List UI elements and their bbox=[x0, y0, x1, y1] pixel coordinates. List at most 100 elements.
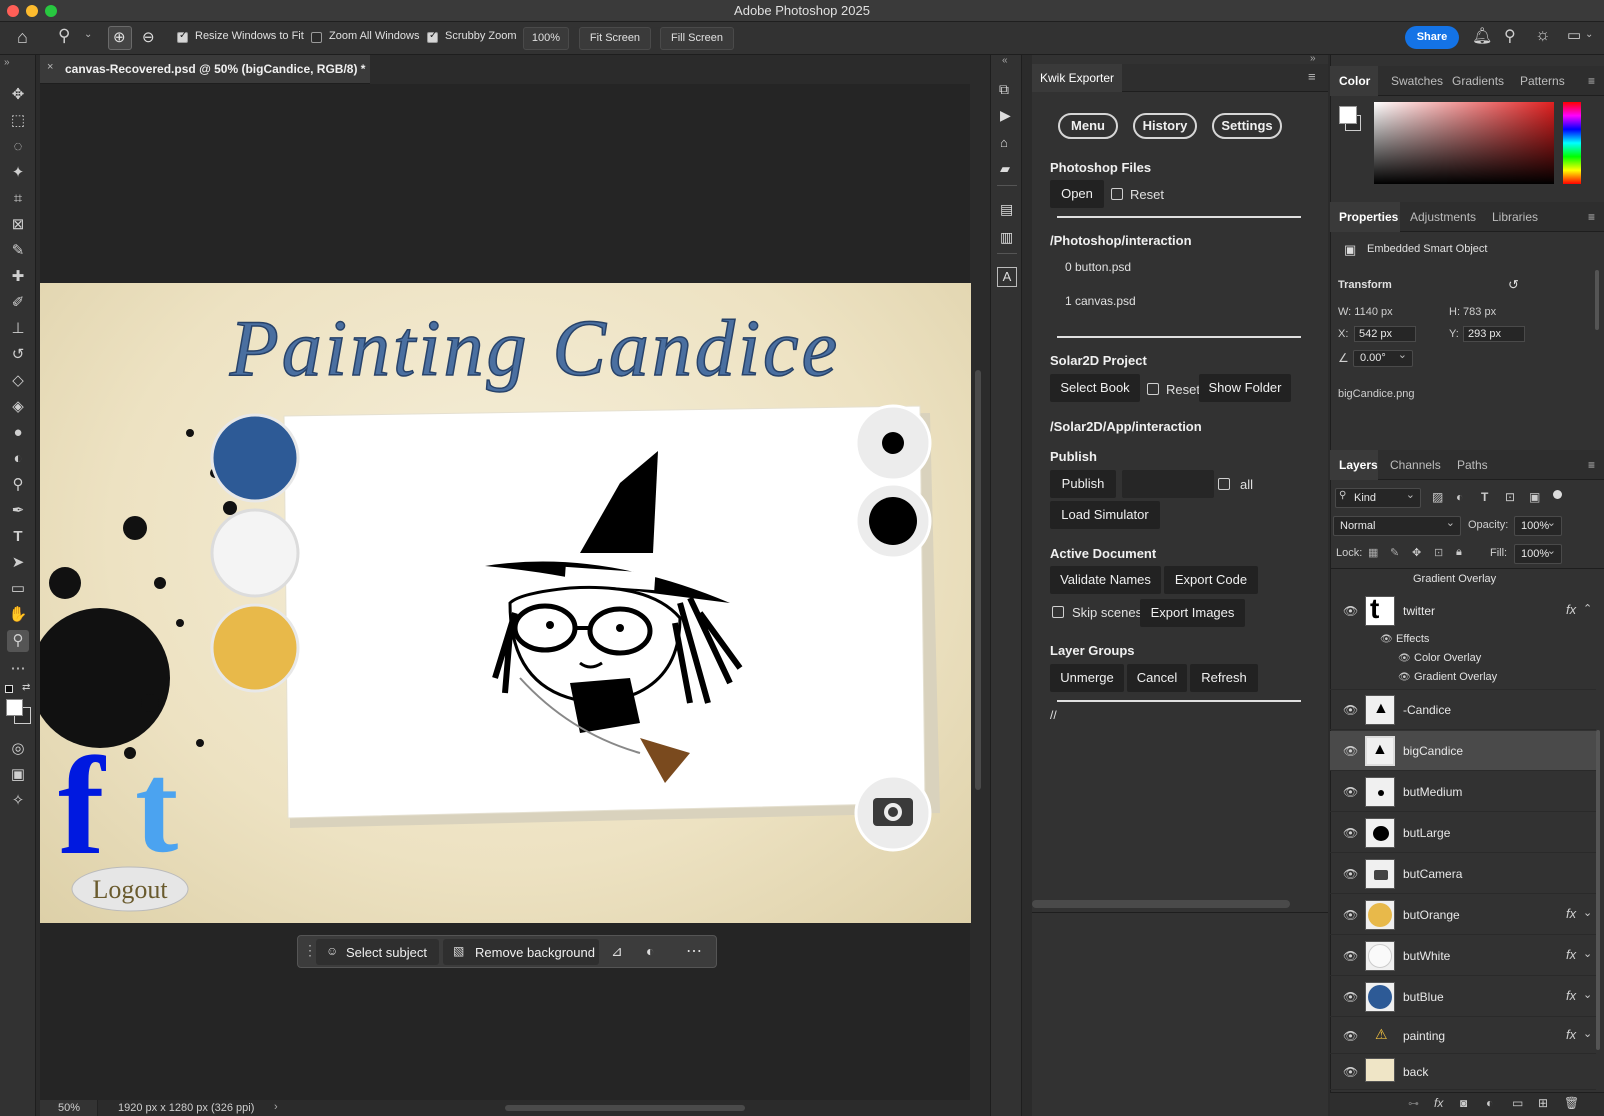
layer-name[interactable]: butLarge bbox=[1403, 826, 1450, 840]
magic-wand-tool-icon[interactable]: ✦ bbox=[7, 162, 29, 184]
layer-name[interactable]: butCamera bbox=[1403, 867, 1462, 881]
move-tool-icon[interactable]: ✥ bbox=[7, 84, 29, 106]
layer-row[interactable]: 👁︎ back bbox=[1330, 1054, 1596, 1090]
white-color-button[interactable] bbox=[210, 508, 300, 598]
fit-screen-button[interactable]: Fit Screen bbox=[579, 27, 651, 50]
notes-icon[interactable]: ▥ bbox=[1000, 229, 1013, 246]
show-folder-button[interactable]: Show Folder bbox=[1199, 374, 1291, 402]
layer-row[interactable]: 👁︎ butMedium bbox=[1330, 772, 1596, 812]
transform-icon[interactable]: ⊿ bbox=[611, 943, 623, 960]
layer-filter-dropdown[interactable]: Kind bbox=[1335, 486, 1421, 508]
horizontal-scrollbar[interactable] bbox=[505, 1105, 745, 1111]
zoom-out-icon[interactable]: ⊖ bbox=[142, 28, 155, 46]
blur-tool-icon[interactable]: ● bbox=[7, 422, 29, 444]
opacity-field[interactable]: 100% bbox=[1514, 514, 1562, 536]
resize-windows-checkbox[interactable] bbox=[177, 30, 188, 43]
skip-scenes-checkbox[interactable] bbox=[1052, 606, 1064, 618]
default-colors-icon[interactable] bbox=[5, 685, 13, 693]
angle-field[interactable]: 0.00° bbox=[1353, 348, 1413, 367]
zoom-tool-active-icon[interactable]: ⚲ bbox=[7, 630, 29, 652]
link-layers-icon[interactable]: ⊶ bbox=[1408, 1097, 1419, 1110]
filter-shape-icon[interactable]: ⊡ bbox=[1505, 490, 1515, 504]
filter-toggle-icon[interactable] bbox=[1553, 490, 1562, 499]
history-button[interactable]: History bbox=[1133, 113, 1197, 139]
fx-icon[interactable]: fx bbox=[1566, 988, 1576, 1003]
layer-row[interactable]: 👁︎ ▲ -Candice bbox=[1330, 690, 1596, 730]
lasso-tool-icon[interactable]: ◌ bbox=[7, 136, 29, 158]
visibility-eye-icon[interactable]: 👁︎ bbox=[1343, 1029, 1358, 1043]
screen-mode-icon[interactable]: ▣ bbox=[7, 764, 29, 786]
expand-effects-icon[interactable]: ⌄ bbox=[1583, 947, 1592, 960]
lock-artboard-icon[interactable]: ⊡ bbox=[1434, 546, 1443, 559]
tab-properties[interactable]: Properties bbox=[1339, 210, 1398, 224]
lock-pixels-icon[interactable]: ✎ bbox=[1390, 546, 1399, 559]
drag-handle-icon[interactable]: ⋮ bbox=[303, 942, 317, 959]
rectangle-tool-icon[interactable]: ▭ bbox=[7, 578, 29, 600]
healing-brush-tool-icon[interactable]: ✚ bbox=[7, 266, 29, 288]
effect-color-overlay[interactable]: Color Overlay bbox=[1414, 652, 1481, 664]
generative-tool-icon[interactable]: ✧ bbox=[7, 790, 29, 812]
dodge-tool-icon[interactable]: ◐ bbox=[7, 448, 29, 470]
publish-button[interactable]: Publish bbox=[1050, 470, 1116, 498]
visibility-eye-icon[interactable]: 👁︎ bbox=[1343, 604, 1358, 618]
visibility-eye-icon[interactable]: 👁︎ bbox=[1343, 949, 1358, 963]
workspace-icon[interactable]: ▭ bbox=[1567, 26, 1581, 44]
publish-all-checkbox[interactable] bbox=[1218, 478, 1230, 490]
layer-row[interactable]: 👁︎ butBlue fx ⌄ bbox=[1330, 977, 1596, 1017]
blend-mode-dropdown[interactable]: Normal bbox=[1333, 514, 1461, 536]
zoom-percent-field[interactable]: 100% bbox=[523, 27, 569, 50]
kwik-menu-icon[interactable]: ≡ bbox=[1308, 69, 1316, 84]
x-field[interactable]: 542 px bbox=[1354, 326, 1416, 342]
tab-paths[interactable]: Paths bbox=[1457, 458, 1488, 472]
effects-eye-icon[interactable]: 👁︎ bbox=[1380, 634, 1393, 645]
layer-name[interactable]: butMedium bbox=[1403, 785, 1462, 799]
status-chevron-icon[interactable]: › bbox=[274, 1101, 278, 1113]
file-item-0[interactable]: 0 button.psd bbox=[1065, 260, 1131, 274]
tab-color[interactable]: Color bbox=[1339, 74, 1370, 88]
visibility-eye-icon[interactable]: 👁︎ bbox=[1343, 744, 1358, 758]
layer-row[interactable]: 👁︎ butCamera bbox=[1330, 854, 1596, 894]
properties-scrollbar[interactable] bbox=[1595, 270, 1599, 330]
layer-name[interactable]: butOrange bbox=[1403, 908, 1460, 922]
delete-layer-icon[interactable]: 🗑︎ bbox=[1564, 1096, 1579, 1110]
quick-mask-icon[interactable]: ◎ bbox=[7, 738, 29, 760]
tab-gradients[interactable]: Gradients bbox=[1452, 74, 1504, 88]
visibility-eye-icon[interactable]: 👁︎ bbox=[1343, 826, 1358, 840]
cancel-button[interactable]: Cancel bbox=[1127, 664, 1187, 692]
visibility-eye-icon[interactable]: 👁︎ bbox=[1343, 1065, 1358, 1079]
remove-background-button[interactable]: ▧ Remove background bbox=[443, 939, 599, 965]
bell-icon[interactable]: 🔔︎ bbox=[1472, 26, 1492, 46]
zoom-tool-icon[interactable]: ⚲ bbox=[58, 26, 70, 46]
file-item-1[interactable]: 1 canvas.psd bbox=[1065, 294, 1136, 308]
pen-tool-icon[interactable]: ✒ bbox=[7, 500, 29, 522]
visibility-eye-icon[interactable]: 👁︎ bbox=[1343, 703, 1358, 717]
tab-libraries[interactable]: Libraries bbox=[1492, 210, 1538, 224]
publish-field[interactable] bbox=[1122, 470, 1214, 498]
new-group-icon[interactable]: ▭ bbox=[1512, 1096, 1523, 1110]
home-icon[interactable]: ⌂ bbox=[17, 27, 28, 48]
expand-effects-icon[interactable]: ⌄ bbox=[1583, 988, 1592, 1001]
layer-row-twitter[interactable]: 👁︎ t twitter fx ⌃ bbox=[1330, 591, 1596, 631]
layer-row[interactable]: 👁︎ butWhite fx ⌄ bbox=[1330, 936, 1596, 976]
visibility-eye-icon[interactable]: 👁︎ bbox=[1343, 867, 1358, 881]
lock-position-icon[interactable]: ✥ bbox=[1412, 546, 1421, 559]
open-button[interactable]: Open bbox=[1050, 180, 1104, 208]
clone-stamp-tool-icon[interactable]: ⊥ bbox=[7, 318, 29, 340]
gradient-overlay-eye-icon[interactable]: 👁︎ bbox=[1398, 672, 1411, 683]
effect-gradient-overlay-top[interactable]: Gradient Overlay bbox=[1413, 573, 1496, 585]
layer-row[interactable]: 👁︎ ⚠ painting fx ⌄ bbox=[1330, 1018, 1596, 1054]
vertical-scrollbar[interactable] bbox=[975, 370, 981, 790]
color-field[interactable] bbox=[1374, 102, 1554, 184]
visibility-eye-icon[interactable]: 👁︎ bbox=[1343, 990, 1358, 1004]
layer-row[interactable]: 👁︎ butOrange fx ⌄ bbox=[1330, 895, 1596, 935]
visibility-eye-icon[interactable]: 👁︎ bbox=[1343, 785, 1358, 799]
history-brush-tool-icon[interactable]: ↺ bbox=[7, 344, 29, 366]
layer-row[interactable]: 👁︎ butLarge bbox=[1330, 813, 1596, 853]
y-field[interactable]: 293 px bbox=[1463, 326, 1525, 342]
kwik-scrollbar[interactable] bbox=[1032, 900, 1290, 908]
facebook-logo[interactable]: f bbox=[58, 729, 106, 884]
fx-icon[interactable]: fx bbox=[1566, 602, 1576, 617]
layer-name[interactable]: butBlue bbox=[1403, 990, 1444, 1004]
path-selection-tool-icon[interactable]: ➤ bbox=[7, 552, 29, 574]
load-simulator-button[interactable]: Load Simulator bbox=[1050, 501, 1160, 529]
